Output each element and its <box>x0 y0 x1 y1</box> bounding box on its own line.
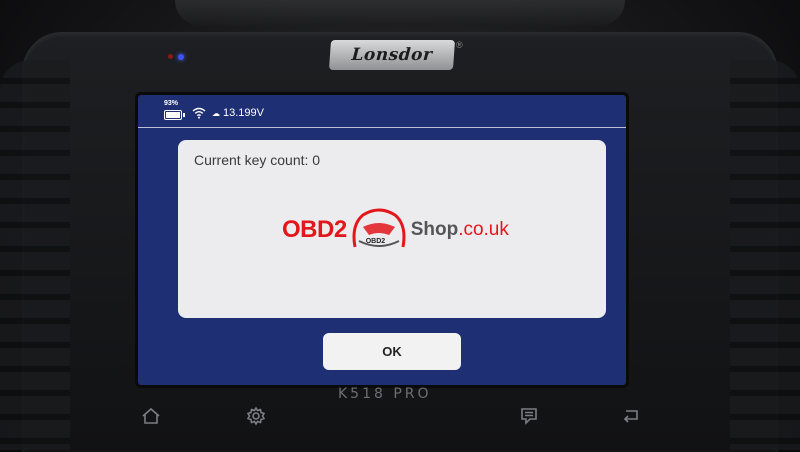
watermark-shop: Shop <box>410 219 459 240</box>
dialog-message: Current key count: 0 <box>194 152 321 168</box>
watermark-left: OBD2 <box>282 216 347 243</box>
status-bar: 93% ☁ 13.199V <box>138 95 626 128</box>
notes-icon <box>521 408 537 425</box>
voltage-readout: ☁ 13.199V <box>212 107 264 119</box>
device-body: Lonsdor ® 93% ☁ 13.199V Current key coun… <box>0 0 800 452</box>
settings-button[interactable] <box>243 403 269 429</box>
top-vent <box>175 0 625 26</box>
back-icon <box>623 410 638 423</box>
back-button[interactable] <box>618 403 644 429</box>
battery-percent: 93% <box>164 100 179 107</box>
voltage-value: 13.199V <box>223 107 264 119</box>
watermark-right: Shop.co.uk <box>411 219 509 241</box>
notes-button[interactable] <box>516 403 542 429</box>
watermark: OBD2 OBD2 Shop.co.uk <box>282 205 509 255</box>
car-battery-icon: ☁ <box>212 108 220 118</box>
watermark-badge-text: OBD2 <box>365 238 386 245</box>
right-grip <box>730 60 800 450</box>
left-grip <box>0 60 70 450</box>
power-led <box>168 54 173 59</box>
registered-mark: ® <box>456 40 463 50</box>
brand-logo: Lonsdor <box>328 40 456 70</box>
status-led <box>178 54 184 60</box>
battery-icon <box>164 110 185 120</box>
ok-button[interactable]: OK <box>323 333 461 370</box>
wifi-icon <box>192 107 206 119</box>
settings-icon <box>246 406 266 426</box>
watermark-car-logo: OBD2 <box>349 205 409 255</box>
home-button[interactable] <box>138 403 164 429</box>
hardware-nav-bar <box>0 395 800 435</box>
home-icon <box>142 407 160 424</box>
watermark-tld: .co.uk <box>458 219 509 240</box>
